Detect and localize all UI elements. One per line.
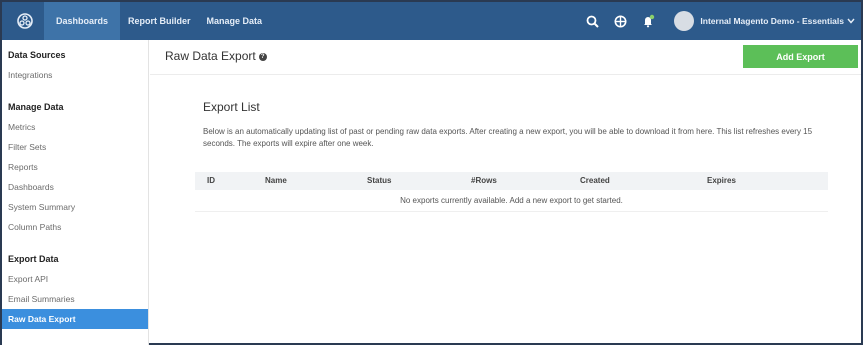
app-frame: Dashboards Report Builder Manage Data In… [0,0,863,345]
sidebar-item-reports[interactable]: Reports [2,157,148,177]
table-empty-message: No exports currently available. Add a ne… [195,190,828,212]
notification-icon[interactable] [639,12,657,30]
chevron-down-icon [847,16,855,26]
sidebar-item-email-summaries[interactable]: Email Summaries [2,289,148,309]
avatar[interactable] [674,11,695,31]
page-title-text: Raw Data Export [165,49,256,63]
export-list-title: Export List [203,100,260,114]
add-export-button[interactable]: Add Export [743,45,858,68]
exports-table: ID Name Status #Rows Created Expires No … [195,172,828,212]
logo-icon[interactable] [14,10,36,32]
help-icon[interactable]: ? [258,53,267,61]
nav-report-builder[interactable]: Report Builder [120,2,199,40]
column-header-created[interactable]: Created [580,172,610,190]
column-header-status[interactable]: Status [367,172,391,190]
top-navigation-bar: Dashboards Report Builder Manage Data In… [2,2,861,40]
header-divider [150,74,861,75]
export-list-description: Below is an automatically updating list … [203,127,813,148]
nav-manage-data[interactable]: Manage Data [199,2,271,40]
sidebar-item-integrations[interactable]: Integrations [2,65,148,85]
sidebar: Data Sources Integrations Manage Data Me… [2,40,149,345]
account-menu[interactable]: Internal Magento Demo - Essentials [700,16,855,26]
sidebar-item-metrics[interactable]: Metrics [2,117,148,137]
sidebar-item-column-paths[interactable]: Column Paths [2,217,148,237]
sidebar-heading-data-sources: Data Sources [8,50,66,60]
sidebar-item-system-summary[interactable]: System Summary [2,197,148,217]
column-header-rows[interactable]: #Rows [471,172,497,190]
column-header-name[interactable]: Name [265,172,287,190]
sidebar-item-export-api[interactable]: Export API [2,269,148,289]
sidebar-item-dashboards[interactable]: Dashboards [2,177,148,197]
page-title: Raw Data Export ? [165,49,267,63]
sidebar-item-filter-sets[interactable]: Filter Sets [2,137,148,157]
column-header-id[interactable]: ID [207,172,215,190]
column-header-expires[interactable]: Expires [707,172,736,190]
sidebar-item-raw-data-export[interactable]: Raw Data Export [2,309,148,329]
account-name: Internal Magento Demo - Essentials [700,16,844,26]
sidebar-heading-manage-data: Manage Data [8,102,64,112]
search-icon[interactable] [583,12,601,30]
nav-dashboards[interactable]: Dashboards [44,2,121,40]
sidebar-heading-export-data: Export Data [8,254,59,264]
globe-icon[interactable] [611,12,629,30]
table-header: ID Name Status #Rows Created Expires [195,172,828,190]
